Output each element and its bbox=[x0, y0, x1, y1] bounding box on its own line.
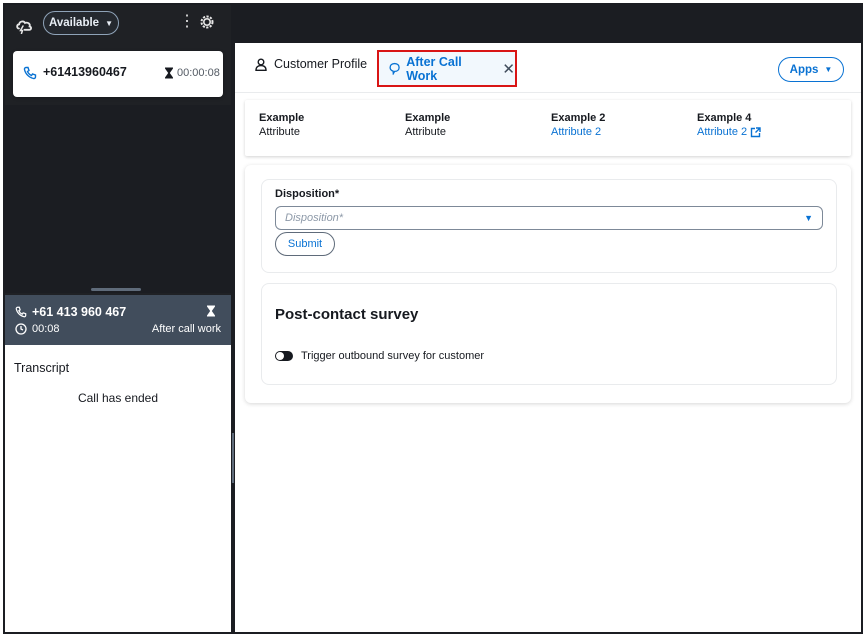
contact-timer: 00:00:08 bbox=[177, 67, 220, 79]
toggle-knob bbox=[276, 352, 284, 360]
attribute-key: Example 4 bbox=[697, 112, 752, 124]
attribute-key: Example bbox=[405, 112, 451, 124]
active-contact-card[interactable]: +61413960467 00:00:08 bbox=[13, 51, 223, 97]
chat-bubble-icon bbox=[389, 62, 400, 75]
more-options-icon[interactable]: ⋮ bbox=[179, 13, 195, 31]
disposition-card: Disposition* Disposition* ▼ Submit bbox=[261, 179, 837, 273]
caret-down-icon: ▼ bbox=[105, 18, 113, 28]
attribute-external-link[interactable]: Attribute 2 bbox=[697, 126, 761, 138]
attribute-item: Example Attribute bbox=[405, 112, 450, 138]
hourglass-icon bbox=[207, 305, 215, 317]
survey-title: Post-contact survey bbox=[275, 306, 419, 323]
phone-icon bbox=[23, 66, 37, 80]
gear-icon[interactable] bbox=[199, 14, 215, 30]
agent-workspace: Customer Profile After Call Work ✕ Apps … bbox=[235, 5, 861, 632]
tab-customer-profile-label: Customer Profile bbox=[274, 57, 368, 71]
attribute-item: Example Attribute bbox=[259, 112, 304, 138]
attribute-key: Example 2 bbox=[551, 112, 606, 124]
disposition-select[interactable]: Disposition* ▼ bbox=[275, 206, 823, 230]
contact-phone-number: +61413960467 bbox=[43, 65, 127, 79]
attribute-value: Attribute bbox=[259, 126, 300, 138]
user-icon bbox=[255, 58, 267, 71]
call-phone-number: +61 413 960 467 bbox=[32, 305, 127, 319]
ccp-header: Available ▼ ⋮ bbox=[5, 5, 231, 45]
tab-customer-profile[interactable]: Customer Profile bbox=[255, 57, 367, 71]
transcript-message: Call has ended bbox=[77, 391, 159, 405]
call-state: After call work bbox=[151, 323, 221, 335]
disposition-placeholder: Disposition* bbox=[285, 212, 344, 224]
phone-icon bbox=[15, 306, 27, 318]
contact-list-area bbox=[5, 105, 231, 293]
contact-attributes-strip: Example Attribute Example Attribute Exam… bbox=[245, 100, 851, 156]
apps-label: Apps bbox=[789, 63, 819, 76]
survey-toggle-row[interactable]: Trigger outbound survey for customer bbox=[275, 350, 484, 362]
attribute-item: Example 4 Attribute 2 bbox=[697, 112, 761, 138]
attribute-item: Example 2 Attribute 2 bbox=[551, 112, 605, 138]
call-duration: 00:08 bbox=[32, 323, 60, 335]
survey-toggle-label: Trigger outbound survey for customer bbox=[301, 350, 485, 362]
agent-status-label: Available bbox=[49, 17, 100, 29]
cloud-logo-icon bbox=[16, 20, 32, 34]
caret-down-icon: ▼ bbox=[804, 213, 813, 223]
transcript-title: Transcript bbox=[14, 361, 70, 375]
call-status-bar: +61 413 960 467 00:08 After call work bbox=[5, 295, 231, 345]
toggle-switch[interactable] bbox=[275, 351, 293, 361]
app-frame: Available ▼ ⋮ +61413960467 00:00:08 +61 … bbox=[3, 3, 863, 634]
disposition-label: Disposition* bbox=[275, 188, 340, 200]
pane-resize-grip[interactable] bbox=[232, 433, 234, 483]
close-icon[interactable]: ✕ bbox=[502, 60, 515, 78]
apps-dropdown-button[interactable]: Apps ▼ bbox=[778, 57, 844, 82]
workspace-topbar bbox=[235, 5, 861, 43]
after-call-work-panel: Disposition* Disposition* ▼ Submit Post-… bbox=[245, 165, 851, 403]
workspace-tabbar: Customer Profile After Call Work ✕ Apps … bbox=[235, 43, 861, 93]
attribute-value: Attribute 2 bbox=[697, 126, 748, 138]
attribute-key: Example bbox=[259, 112, 305, 124]
attribute-value: Attribute bbox=[405, 126, 446, 138]
agent-status-dropdown[interactable]: Available ▼ bbox=[43, 11, 119, 35]
transcript-panel: Transcript Call has ended bbox=[5, 345, 231, 632]
tab-after-call-work-label: After Call Work bbox=[406, 54, 462, 83]
tab-after-call-work[interactable]: After Call Work ✕ bbox=[377, 50, 517, 87]
external-link-icon bbox=[750, 126, 761, 137]
attribute-value: Attribute 2 bbox=[551, 126, 602, 138]
clock-icon bbox=[15, 323, 27, 335]
attribute-link[interactable]: Attribute 2 bbox=[551, 126, 605, 138]
contact-control-panel: Available ▼ ⋮ +61413960467 00:00:08 +61 … bbox=[5, 5, 231, 632]
resize-handle[interactable] bbox=[91, 288, 141, 291]
caret-down-icon: ▼ bbox=[824, 65, 833, 74]
post-contact-survey-card: Post-contact survey Trigger outbound sur… bbox=[261, 283, 837, 385]
hourglass-icon bbox=[165, 67, 173, 79]
submit-button[interactable]: Submit bbox=[275, 232, 335, 256]
